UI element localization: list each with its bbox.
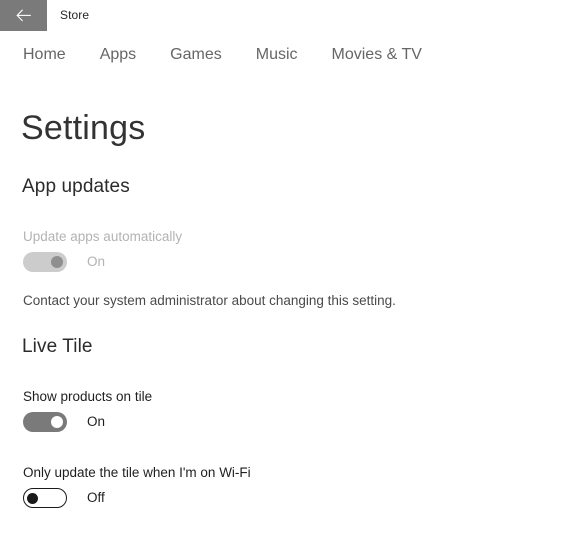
nav-item-music[interactable]: Music [256,46,298,64]
setting-row-show-products-on-tile: On [23,411,105,433]
app-title: Store [60,8,90,22]
toggle-show-products-on-tile[interactable] [23,412,67,432]
nav-item-apps[interactable]: Apps [100,46,136,64]
toggle-state-show-products-on-tile: On [87,414,106,429]
back-arrow-icon [15,9,32,22]
section-heading-live-tile: Live Tile [22,336,93,357]
helper-text-admin-notice: Contact your system administrator about … [23,293,396,308]
title-bar: Store [0,0,588,32]
setting-label-update-apps-automatically: Update apps automatically [23,229,183,244]
toggle-knob [51,256,63,268]
setting-label-only-update-on-wifi: Only update the tile when I'm on Wi-Fi [23,465,251,480]
page-title: Settings [21,109,146,147]
toggle-state-only-update-on-wifi: Off [87,490,105,505]
toggle-knob [51,416,63,428]
toggle-knob [27,492,38,504]
toggle-state-update-apps-automatically: On [87,254,106,269]
nav-item-games[interactable]: Games [170,46,222,64]
main-navigation: Home Apps Games Music Movies & TV [0,40,588,70]
section-heading-app-updates: App updates [22,176,130,197]
back-button[interactable] [0,0,47,31]
setting-row-only-update-on-wifi: Off [23,487,105,509]
setting-row-update-apps-automatically: On [23,251,105,273]
setting-label-show-products-on-tile: Show products on tile [23,389,153,404]
nav-item-movies-tv[interactable]: Movies & TV [332,46,422,64]
toggle-update-apps-automatically [23,252,67,272]
toggle-only-update-on-wifi[interactable] [23,488,67,508]
nav-item-home[interactable]: Home [23,46,66,64]
